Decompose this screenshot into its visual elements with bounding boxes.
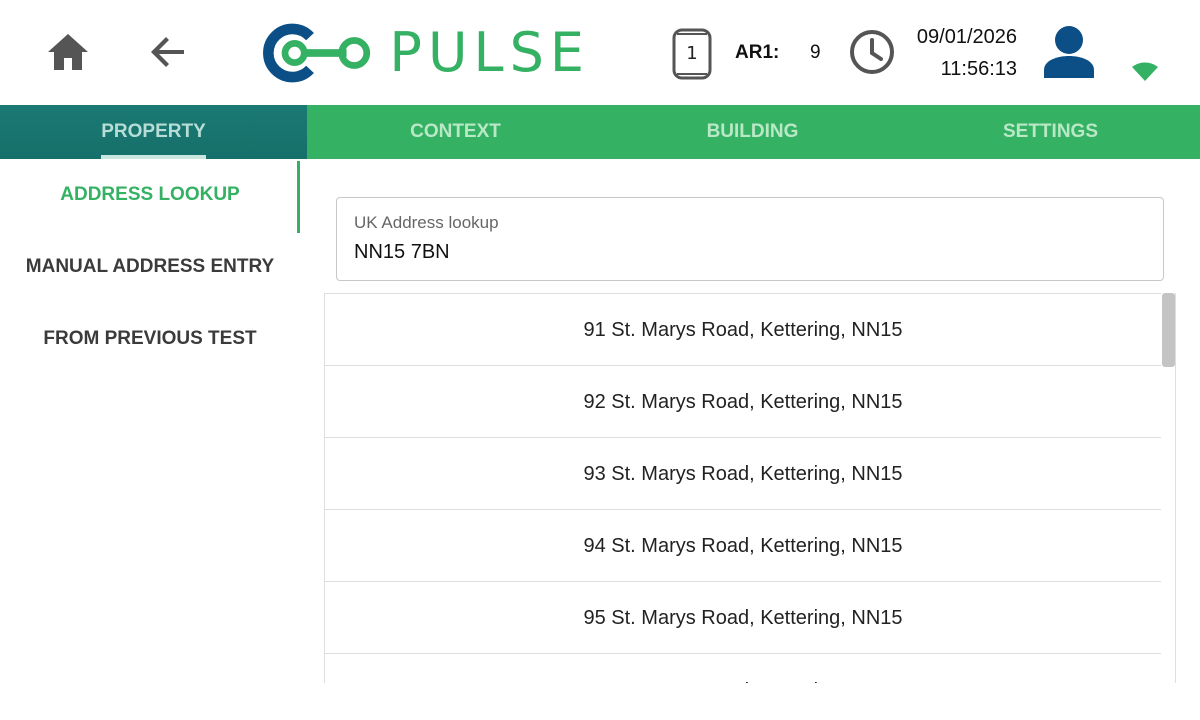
address-result-row[interactable]: 92 St. Marys Road, Kettering, NN15 <box>325 365 1161 438</box>
sidebar-item-label: ADDRESS LOOKUP <box>60 184 240 205</box>
ar-label: AR1: <box>735 42 780 63</box>
tab-context[interactable]: CONTEXT <box>307 105 604 159</box>
sidebar-item-label: MANUAL ADDRESS ENTRY <box>25 256 275 277</box>
tab-label: PROPERTY <box>101 121 206 142</box>
address-result-row[interactable]: 96 St. Marys Road, Kettering, NN15 <box>325 653 1161 683</box>
address-result-row[interactable]: 94 St. Marys Road, Kettering, NN15 <box>325 509 1161 582</box>
address-result-row[interactable]: 95 St. Marys Road, Kettering, NN15 <box>325 581 1161 654</box>
address-lookup-input[interactable] <box>354 238 1134 266</box>
scrollbar-thumb[interactable] <box>1162 293 1175 367</box>
results-scrollbar[interactable] <box>1160 293 1176 683</box>
back-button[interactable] <box>142 28 194 76</box>
home-button[interactable] <box>42 28 94 76</box>
app-name: PULSE <box>389 21 590 84</box>
current-time: 11:56:13 <box>940 58 1017 80</box>
sidebar-item-label: FROM PREVIOUS TEST <box>43 328 257 349</box>
sidebar-item-manual-address-entry[interactable]: MANUAL ADDRESS ENTRY <box>0 231 300 303</box>
tab-settings[interactable]: SETTINGS <box>901 105 1200 159</box>
main-tabs: PROPERTY CONTEXT BUILDING SETTINGS <box>0 105 1200 159</box>
ar-value: 9 <box>810 42 821 63</box>
app-logo: PULSE <box>260 18 590 88</box>
sidebar-item-address-lookup[interactable]: ADDRESS LOOKUP <box>0 159 300 231</box>
current-date: 09/01/2026 <box>916 26 1017 48</box>
tab-building[interactable]: BUILDING <box>604 105 901 159</box>
address-result-row[interactable]: 93 St. Marys Road, Kettering, NN15 <box>325 437 1161 510</box>
wifi-icon <box>1132 62 1158 81</box>
home-icon <box>48 34 88 70</box>
logo-mark-icon <box>263 23 371 83</box>
tab-label: BUILDING <box>706 121 799 142</box>
address-lookup-label: UK Address lookup <box>354 213 499 232</box>
app-header: PULSE 1 AR1: 9 09/01/2026 11:56:13 <box>0 0 1200 105</box>
address-result-row[interactable]: 91 St. Marys Road, Kettering, NN15 <box>325 293 1161 366</box>
sidebar-active-indicator <box>297 161 300 233</box>
address-lookup-field[interactable]: UK Address lookup <box>336 197 1164 281</box>
user-icon[interactable] <box>1040 24 1098 80</box>
device-indicator[interactable]: 1 <box>672 24 712 82</box>
tab-property[interactable]: PROPERTY <box>0 105 307 159</box>
arrow-left-icon <box>151 37 184 67</box>
tab-label: SETTINGS <box>1002 121 1098 142</box>
device-count: 1 <box>686 42 698 64</box>
address-results-list[interactable]: 91 St. Marys Road, Kettering, NN15 92 St… <box>324 293 1176 683</box>
sidebar-item-from-previous-test[interactable]: FROM PREVIOUS TEST <box>0 303 300 375</box>
tab-label: CONTEXT <box>410 121 501 142</box>
clock-icon <box>850 30 894 74</box>
sidebar: ADDRESS LOOKUP MANUAL ADDRESS ENTRY FROM… <box>0 159 300 720</box>
